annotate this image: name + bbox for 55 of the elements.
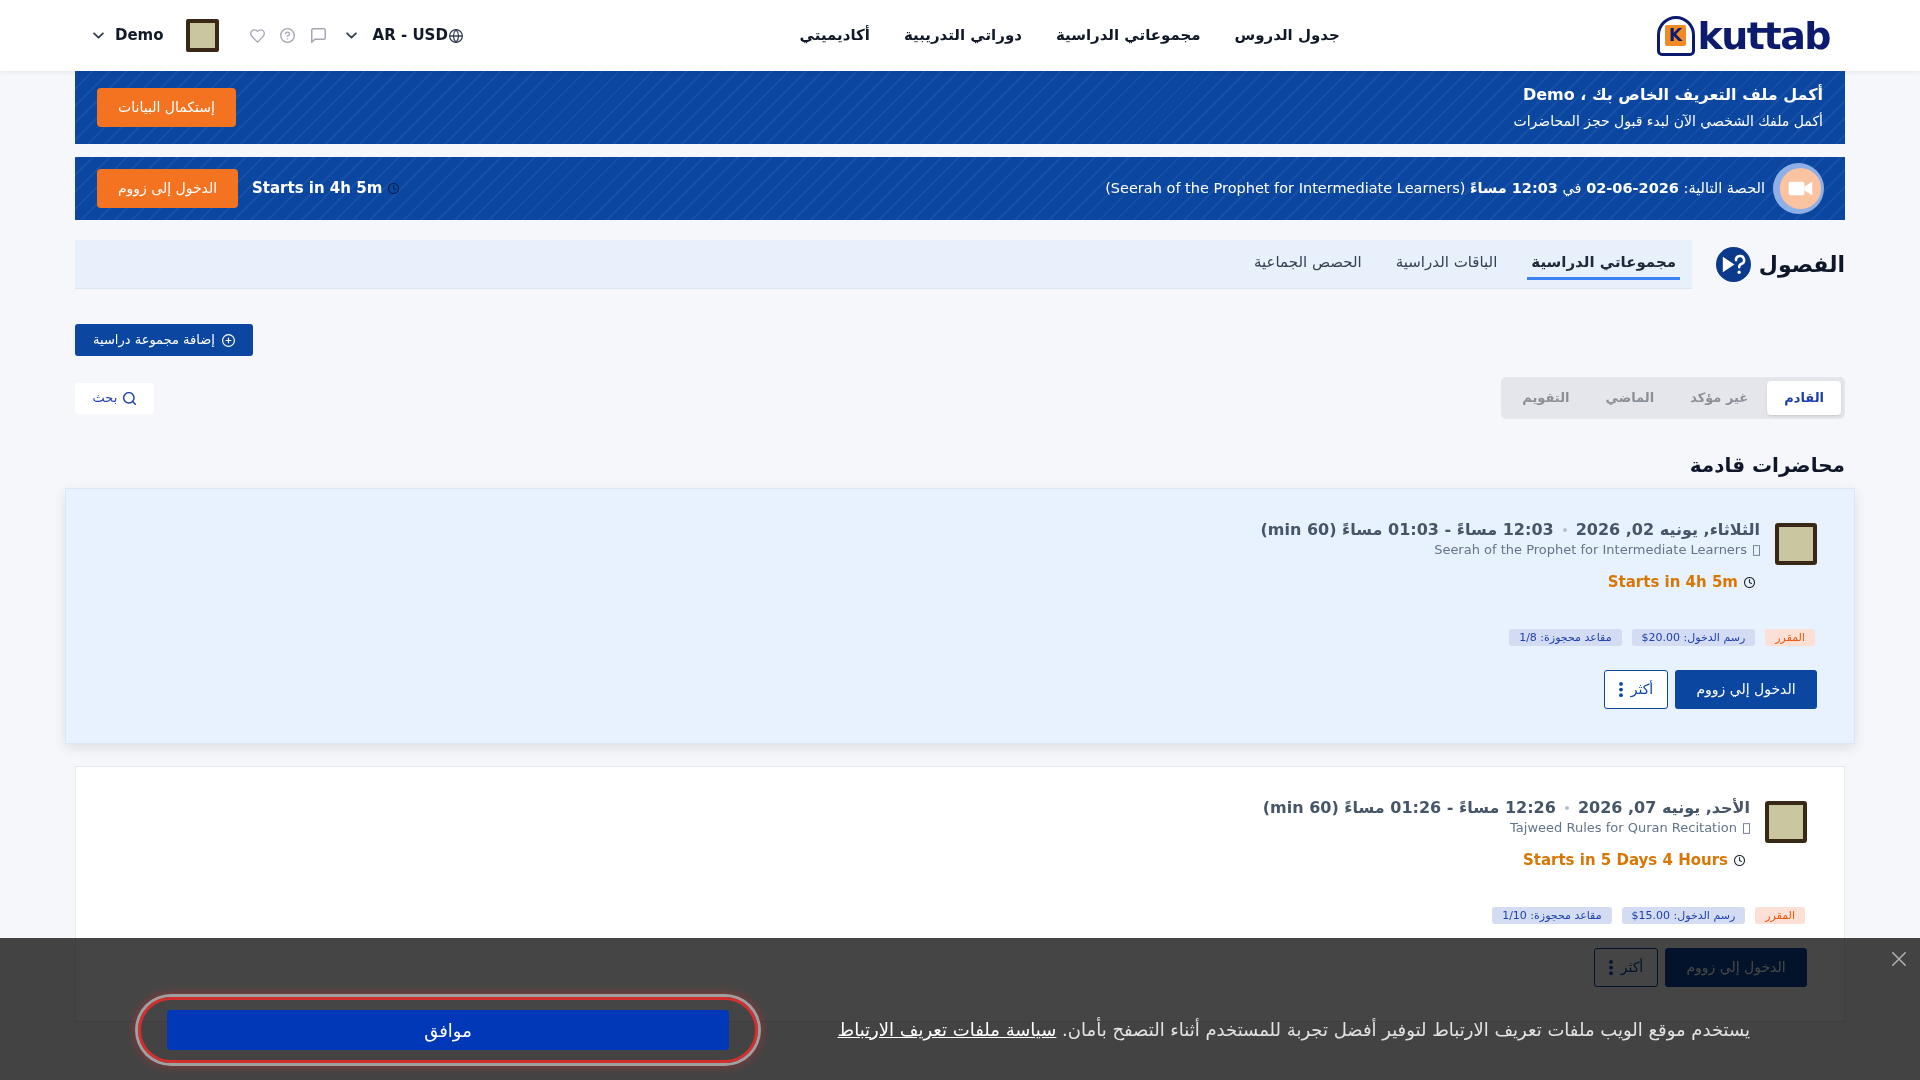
section-tab[interactable]: مجموعاتي الدراسية xyxy=(1527,246,1680,280)
session-time: 12:26 مساءً - 01:26 مساءً (60 min) xyxy=(1262,798,1556,818)
user-name[interactable]: Demo xyxy=(115,24,164,47)
missing-glyph-icon xyxy=(1753,544,1760,556)
avatar-photo[interactable] xyxy=(185,19,219,52)
info-tag: رسم الدخول: 15.00$ xyxy=(1621,907,1746,924)
chevron-down-icon[interactable] xyxy=(93,32,104,39)
banner-subtitle: أكمل ملفك الشخصي الآن لبدء قبول حجز المحاضرات xyxy=(1513,112,1823,130)
nav-link[interactable]: أكاديميتي xyxy=(799,24,870,47)
book-photo xyxy=(1775,523,1817,565)
plus-circle-icon xyxy=(221,333,235,347)
book-photo xyxy=(1765,801,1807,843)
session-date: الأحد, يونيه 07, 2026 xyxy=(1577,798,1750,818)
search-button[interactable]: بحث xyxy=(75,382,154,414)
info-tag: مقاعد محجوزة: 1/10 xyxy=(1492,907,1612,924)
nav-link[interactable]: دوراتي التدريبية xyxy=(903,24,1022,47)
countdown-text: Starts in 5 Days 4 Hours xyxy=(1522,850,1728,870)
logo-letter: K xyxy=(1664,25,1687,46)
add-study-group-button[interactable]: إضافة مجموعة دراسية xyxy=(75,324,253,356)
close-icon[interactable] xyxy=(1892,952,1906,966)
globe-icon[interactable] xyxy=(448,28,463,43)
nav-link[interactable]: مجموعاتي الدراسية xyxy=(1055,24,1201,47)
video-camera-icon xyxy=(1773,163,1824,214)
session-date: الثلاثاء, يونيه 02, 2026 xyxy=(1575,520,1760,540)
locale-selector[interactable]: AR - USD xyxy=(372,24,448,47)
course-tag: المقرر xyxy=(1765,629,1815,646)
search-icon xyxy=(123,391,137,405)
info-tag: مقاعد محجوزة: 1/8 xyxy=(1509,629,1622,646)
countdown-text: Starts in 4h 5m xyxy=(1607,572,1738,592)
list-title: محاضرات قادمة xyxy=(1688,452,1845,479)
section-tab[interactable]: الباقات الدراسية xyxy=(1391,246,1502,280)
banner-title: أكمل ملف التعريف الخاص بك ، Demo xyxy=(1521,85,1823,105)
session-time: 12:03 مساءً - 01:03 مساءً (60 min) xyxy=(1260,520,1554,540)
chevron-down-icon[interactable] xyxy=(345,32,357,39)
kebab-menu-icon xyxy=(1618,682,1623,697)
clock-icon xyxy=(388,183,400,194)
section-tab[interactable]: الحصص الجماعية xyxy=(1249,246,1366,280)
cookie-policy-link[interactable]: سياسة ملفات تعريف الارتباط xyxy=(837,1019,1057,1040)
course-name: Seerah of the Prophet for Intermediate Learners xyxy=(1434,543,1747,557)
info-tag: رسم الدخول: 20.00$ xyxy=(1631,629,1756,646)
missing-glyph-icon xyxy=(1743,822,1750,834)
play-question-icon xyxy=(1715,247,1751,282)
clock-icon xyxy=(1734,854,1745,866)
cookie-notice-text: يستخدم موقع الويب ملفات تعريف الارتباط لتوفير أفضل تجربة للمستخدم أثناء التصفح بأمان. سياسة ملفات تعريف الارتباط xyxy=(837,1016,1750,1043)
nav-link[interactable]: جدول الدروس xyxy=(1234,24,1340,47)
join-zoom-button[interactable]: الدخول إلي زووم xyxy=(1675,670,1817,709)
course-tag: المقرر xyxy=(1755,907,1805,924)
clock-icon xyxy=(1744,576,1755,588)
logo-text[interactable]: kuttab xyxy=(1697,16,1830,55)
section-title: الفصول xyxy=(1758,251,1845,280)
course-name: Tajweed Rules for Quran Recitation xyxy=(1510,821,1737,835)
filter-tab[interactable]: القادم xyxy=(1767,381,1841,415)
accept-button[interactable]: موافق xyxy=(167,1010,729,1050)
countdown-text: Starts in 4h 5m xyxy=(252,178,383,200)
more-button[interactable]: أكثر xyxy=(1604,670,1668,709)
